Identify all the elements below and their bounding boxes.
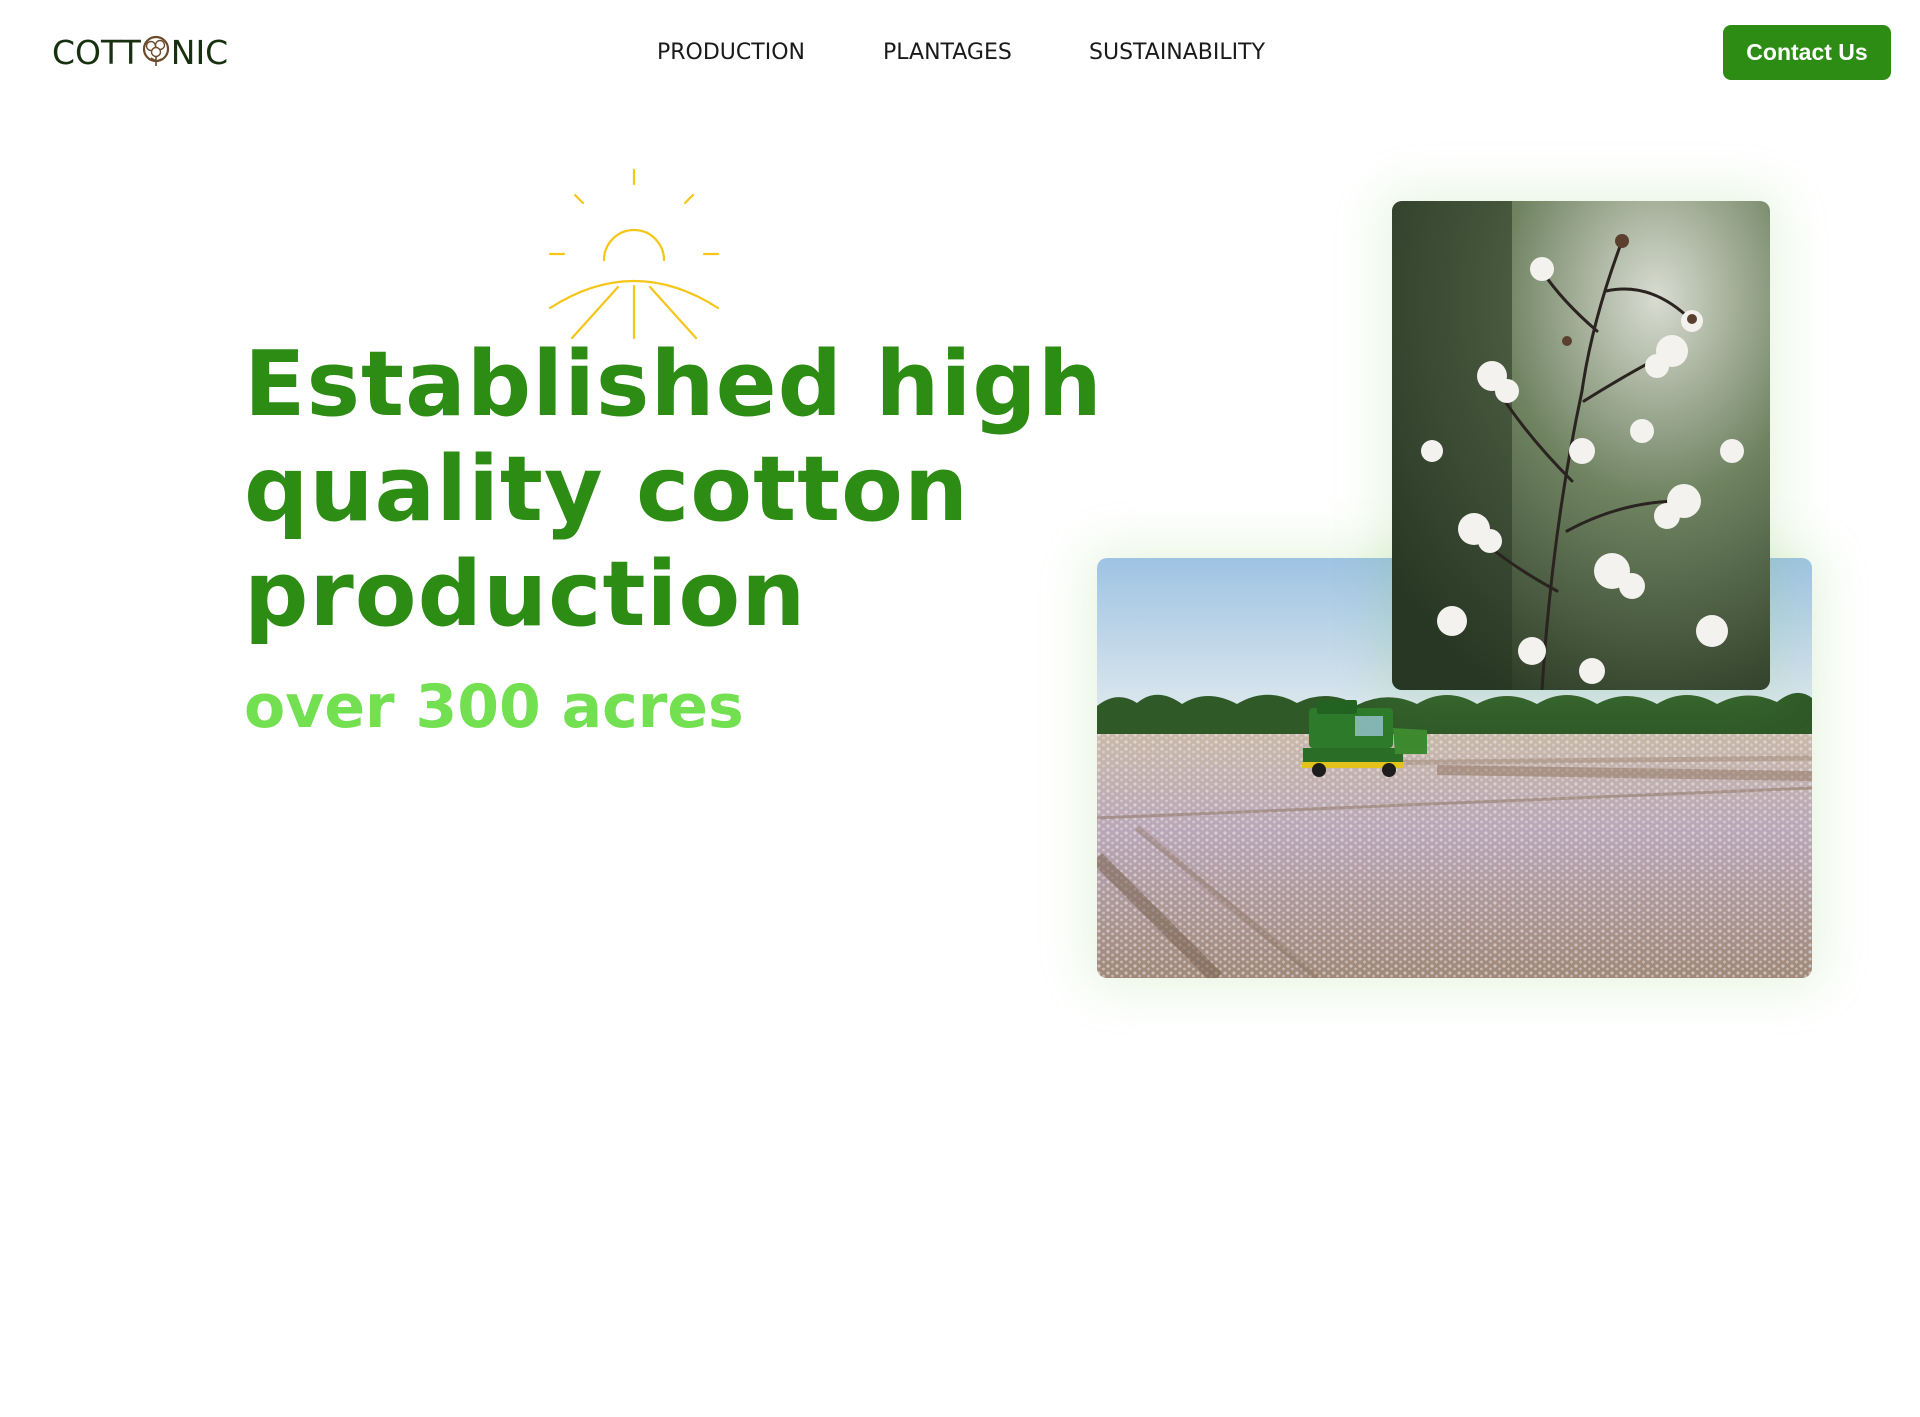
sunrise-icon	[548, 168, 720, 340]
nav-item-production[interactable]: PRODUCTION	[657, 38, 805, 68]
main-nav: PRODUCTION PLANTAGES SUSTAINABILITY	[0, 38, 1920, 68]
hero-headline: Established high quality cotton producti…	[244, 332, 1103, 647]
cotton-plant-closeup-photo	[1392, 201, 1770, 690]
contact-us-button[interactable]: Contact Us	[1723, 25, 1891, 80]
site-header: COTT NIC PRODUCTION PLANTAGES SUSTAINABI…	[0, 0, 1920, 104]
nav-item-sustainability[interactable]: SUSTAINABILITY	[1089, 38, 1265, 68]
hero-subline: over 300 acres	[244, 672, 744, 742]
nav-item-plantages[interactable]: PLANTAGES	[883, 38, 1012, 68]
